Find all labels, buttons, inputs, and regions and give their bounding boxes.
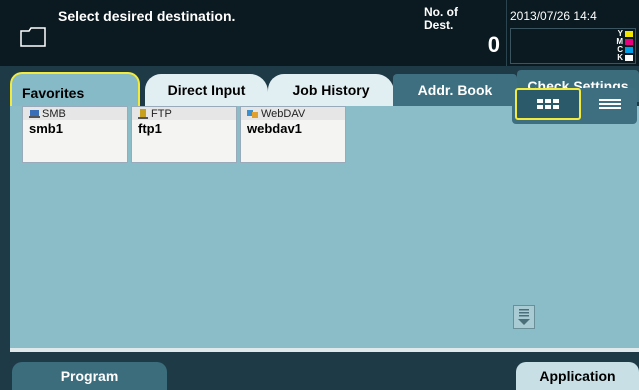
destination-type: FTP (151, 107, 172, 120)
header-bar: Select desired destination. No. of Dest.… (0, 0, 639, 66)
destination-panel: SMB smb1 FTP ftp1 WebDAV webdav1 (10, 88, 639, 348)
scroll-down-button[interactable] (513, 305, 535, 329)
smb-icon (29, 109, 40, 118)
list-view-button[interactable] (583, 88, 637, 120)
toner-levels: Y M C K (510, 28, 636, 64)
toner-m: M (615, 38, 633, 46)
program-button[interactable]: Program (12, 362, 167, 390)
destination-name: smb1 (29, 121, 63, 136)
tab-addr-book[interactable]: Addr. Book (393, 74, 517, 106)
destination-card-smb[interactable]: SMB smb1 (22, 106, 128, 163)
tab-favorites[interactable]: Favorites (10, 72, 140, 108)
scroll-down-icon (518, 309, 530, 325)
dest-count-value: 0 (487, 32, 500, 57)
tab-direct-input[interactable]: Direct Input (145, 74, 268, 106)
datetime: 2013/07/26 14:4 (510, 9, 597, 23)
toner-c: C (615, 46, 633, 54)
ftp-icon (138, 108, 148, 119)
destination-type: WebDAV (261, 107, 306, 120)
destination-name: ftp1 (138, 121, 162, 136)
destination-card-webdav[interactable]: WebDAV webdav1 (240, 106, 346, 163)
webdav-icon (247, 109, 258, 118)
destination-card-ftp[interactable]: FTP ftp1 (131, 106, 237, 163)
destination-name: webdav1 (247, 121, 302, 136)
list-view-icon (599, 99, 621, 109)
application-button[interactable]: Application (516, 362, 639, 390)
footer-bar: Program Application (0, 352, 639, 390)
dest-count-label: No. of Dest. (424, 5, 458, 32)
icon-view-button[interactable] (515, 88, 581, 120)
folder-icon (20, 27, 46, 47)
toner-k: K (615, 54, 633, 62)
toner-y: Y (615, 30, 633, 38)
grid-view-icon (537, 99, 559, 109)
destination-type: SMB (42, 107, 66, 120)
header-message: Select desired destination. (58, 8, 236, 24)
tab-job-history[interactable]: Job History (268, 74, 394, 106)
